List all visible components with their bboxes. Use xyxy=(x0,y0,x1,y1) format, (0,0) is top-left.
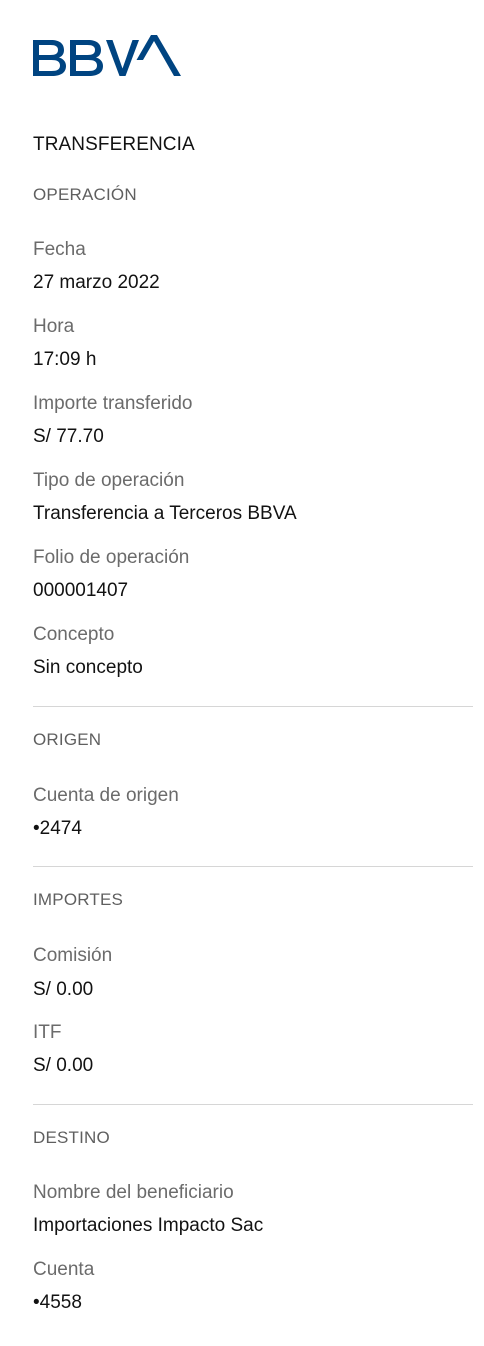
divider xyxy=(33,706,473,707)
page-title: TRANSFERENCIA xyxy=(33,134,195,155)
cuenta-origen-label: Cuenta de origen xyxy=(33,785,179,806)
comision-value: S/ 0.00 xyxy=(33,979,94,1000)
divider xyxy=(33,1104,473,1105)
importe-label: Importe transferido xyxy=(33,393,193,414)
itf-label: ITF xyxy=(33,1022,62,1043)
comision-label: Comisión xyxy=(33,945,113,966)
tipo-operacion-value: Transferencia a Terceros BBVA xyxy=(33,503,297,524)
section-destino-heading: DESTINO xyxy=(33,1128,110,1147)
fecha-label: Fecha xyxy=(33,239,86,260)
concepto-label: Concepto xyxy=(33,624,115,645)
beneficiario-value: Importaciones Impacto Sac xyxy=(33,1215,264,1236)
cuenta-destino-label: Cuenta xyxy=(33,1259,95,1280)
itf-value: S/ 0.00 xyxy=(33,1055,94,1076)
concepto-value: Sin concepto xyxy=(33,657,143,678)
cuenta-destino-value: •4558 xyxy=(33,1292,82,1313)
tipo-operacion-label: Tipo de operación xyxy=(33,470,185,491)
folio-label: Folio de operación xyxy=(33,547,190,568)
section-origen-heading: ORIGEN xyxy=(33,730,102,749)
hora-value: 17:09 h xyxy=(33,349,97,370)
importe-value: S/ 77.70 xyxy=(33,426,104,447)
section-importes-heading: IMPORTES xyxy=(33,890,124,909)
cuenta-origen-value: •2474 xyxy=(33,818,82,839)
beneficiario-label: Nombre del beneficiario xyxy=(33,1182,234,1203)
divider xyxy=(33,866,473,867)
hora-label: Hora xyxy=(33,316,75,337)
fecha-value: 27 marzo 2022 xyxy=(33,272,160,293)
folio-value: 000001407 xyxy=(33,580,129,601)
bbva-logo xyxy=(33,30,183,82)
section-operacion-heading: OPERACIÓN xyxy=(33,185,137,204)
